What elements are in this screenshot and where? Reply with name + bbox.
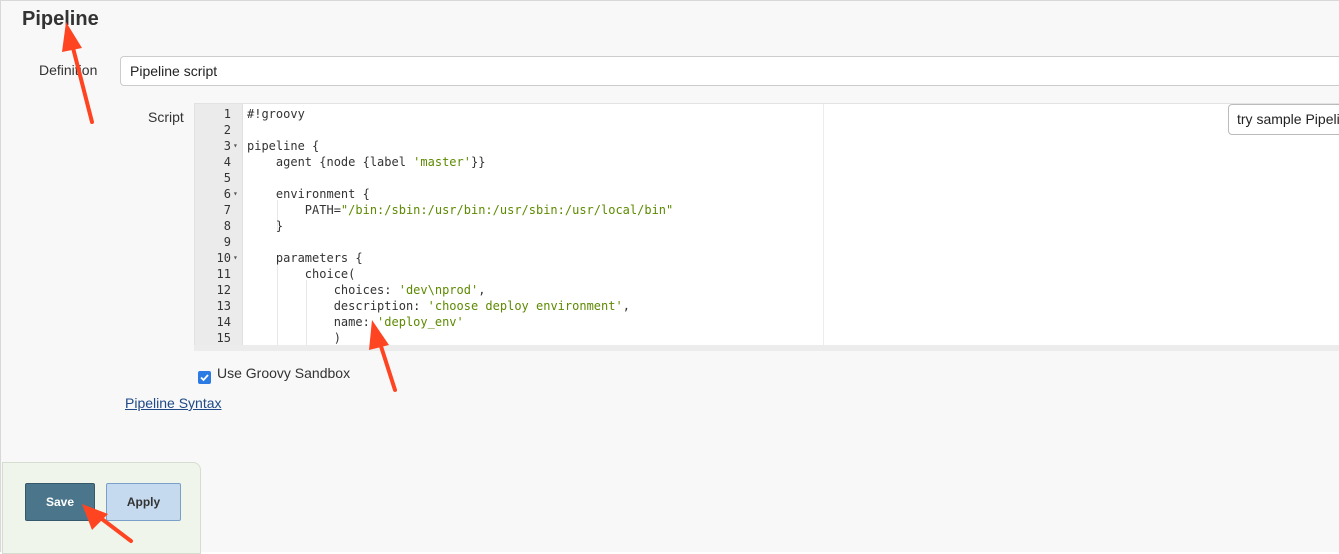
line-number: 6 — [223, 187, 231, 201]
code-text: choice( — [247, 267, 356, 281]
code-text: PATH="/bin:/sbin:/usr/bin:/usr/sbin:/usr… — [247, 203, 674, 217]
string-literal: "/bin:/sbin:/usr/bin:/usr/sbin:/usr/loca… — [340, 203, 674, 217]
code-text: environment { — [247, 187, 370, 201]
line-number: 10 — [216, 251, 231, 265]
code-text: #!groovy — [247, 107, 305, 121]
pipeline-syntax-link[interactable]: Pipeline Syntax — [125, 395, 222, 411]
code-line: 15 ) — [195, 330, 1339, 346]
line-number: 4 — [223, 155, 231, 169]
code-line: 10 ▾ parameters { — [195, 250, 1339, 266]
line-number: 11 — [216, 267, 231, 281]
code-line: 7 PATH="/bin:/sbin:/usr/bin:/usr/sbin:/u… — [195, 202, 1339, 218]
editor-scrollbar[interactable] — [194, 345, 1339, 351]
code-line: 4 agent {node {label 'master'}} — [195, 154, 1339, 170]
string-literal: 'deploy_env' — [377, 315, 464, 329]
fold-toggle-icon[interactable]: ▾ — [233, 250, 238, 266]
line-number: 9 — [223, 235, 231, 249]
line-number: 5 — [223, 171, 231, 185]
code-line: 5 — [195, 170, 1339, 186]
script-editor[interactable]: 1 #!groovy 2 3 ▾ pipeline {4 agent {node {lab… — [194, 103, 1339, 347]
line-number: 3 — [223, 139, 231, 153]
definition-select[interactable]: Pipeline script — [120, 56, 1339, 86]
code-text: name: 'deploy_env' — [247, 315, 464, 329]
line-number: 15 — [216, 331, 231, 345]
code-text: parameters { — [247, 251, 363, 265]
code-line: 6 ▾ environment { — [195, 186, 1339, 202]
string-literal: 'choose deploy environment' — [427, 299, 623, 313]
code-line: 1 #!groovy — [195, 106, 1339, 122]
line-number: 7 — [223, 203, 231, 217]
sample-pipeline-select[interactable]: try sample Pipeline... — [1228, 104, 1339, 135]
code-text: choices: 'dev\nprod', — [247, 283, 486, 297]
code-line: 13 description: 'choose deploy environme… — [195, 298, 1339, 314]
fold-toggle-icon[interactable]: ▾ — [233, 138, 238, 154]
string-literal: 'master' — [413, 155, 471, 169]
code-line: 8 } — [195, 218, 1339, 234]
fold-toggle-icon[interactable]: ▾ — [233, 186, 238, 202]
check-icon — [200, 374, 209, 382]
code-text: ) — [247, 331, 341, 345]
code-line: 9 — [195, 234, 1339, 250]
code-text: pipeline { — [247, 139, 320, 153]
code-line: 14 name: 'deploy_env' — [195, 314, 1339, 330]
script-label: Script — [148, 109, 184, 125]
line-number: 2 — [223, 123, 231, 137]
code-text: description: 'choose deploy environment'… — [247, 299, 630, 313]
line-number: 8 — [223, 219, 231, 233]
code-line: 11 choice( — [195, 266, 1339, 282]
sandbox-label: Use Groovy Sandbox — [217, 365, 351, 381]
line-number: 1 — [223, 107, 231, 121]
code-text: } — [247, 219, 284, 233]
sandbox-checkbox[interactable] — [198, 371, 211, 384]
definition-label: Definition — [39, 62, 98, 78]
save-button[interactable]: Save — [25, 483, 95, 521]
section-title: Pipeline — [22, 8, 99, 30]
code-line: 12 choices: 'dev\nprod', — [195, 282, 1339, 298]
code-line: 2 — [195, 122, 1339, 138]
apply-button[interactable]: Apply — [106, 483, 181, 521]
string-literal: 'dev\nprod' — [398, 283, 479, 297]
line-number: 13 — [216, 299, 231, 313]
code-line: 3 ▾ pipeline { — [195, 138, 1339, 154]
line-number: 12 — [216, 283, 231, 297]
line-number: 14 — [216, 315, 231, 329]
code-text: agent {node {label 'master'}} — [247, 155, 486, 169]
